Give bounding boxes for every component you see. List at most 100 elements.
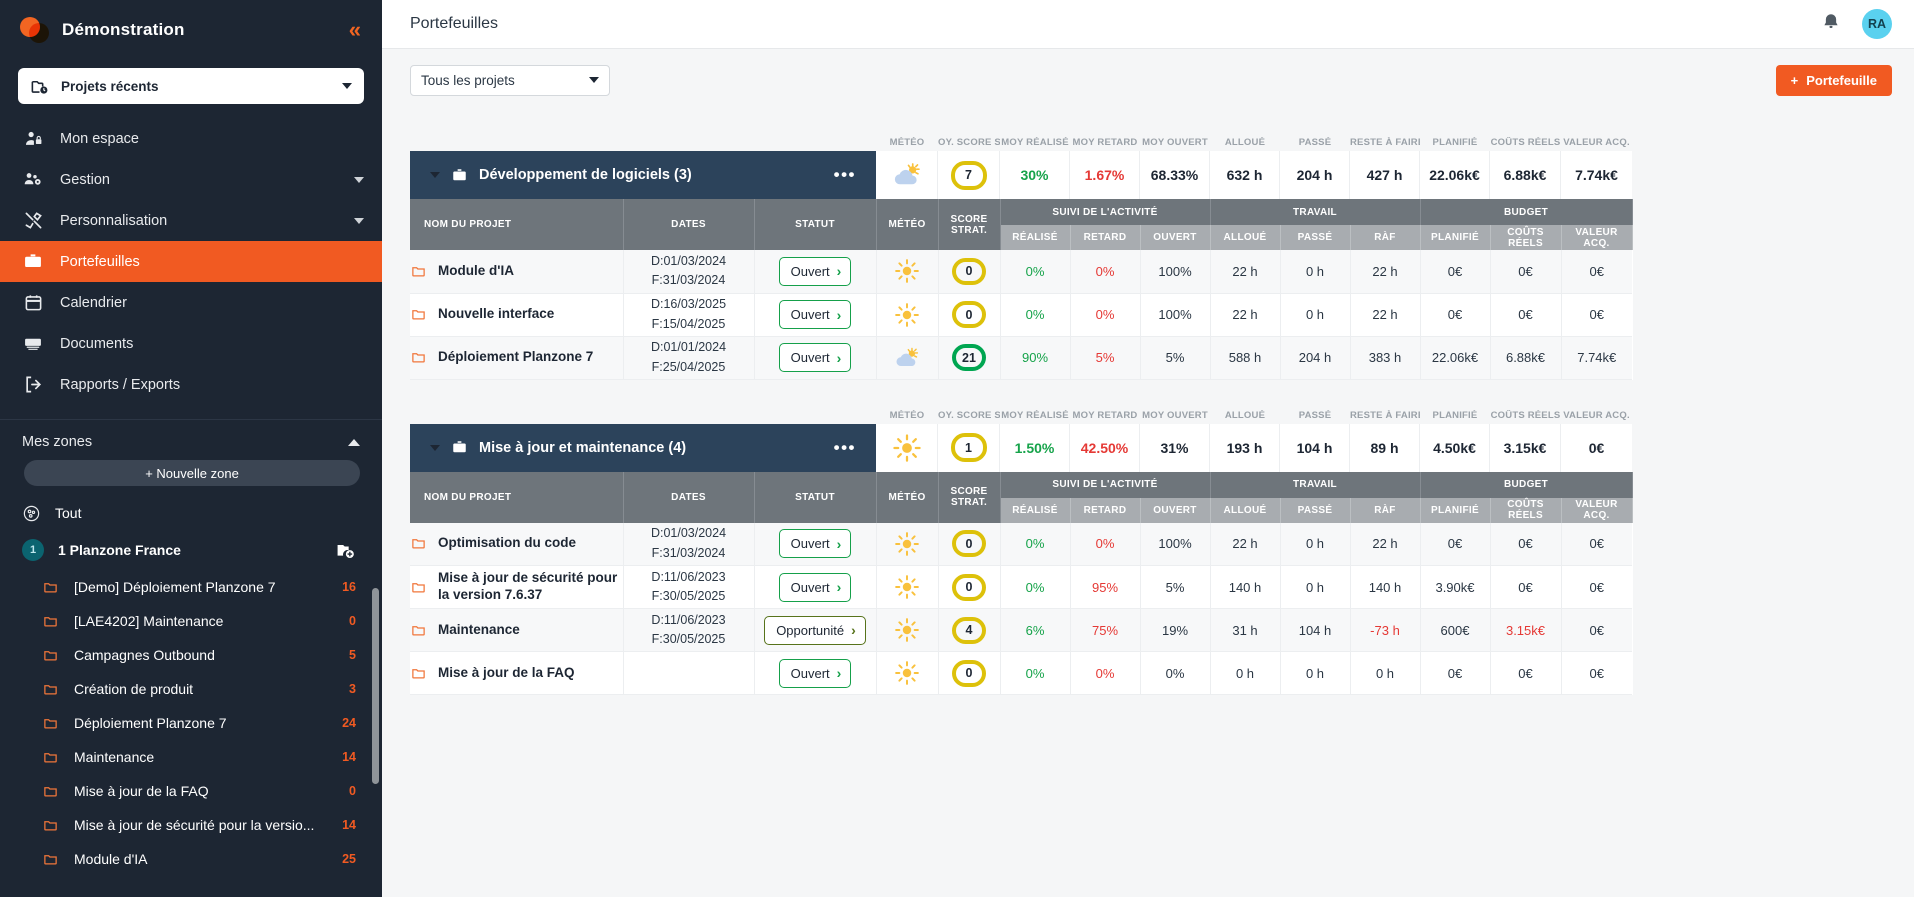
column-header-metric[interactable]: RÀF xyxy=(1350,225,1421,250)
zones-header[interactable]: Mes zones xyxy=(0,420,382,458)
collapse-group-icon[interactable] xyxy=(430,172,440,178)
project-name-cell[interactable]: Maintenance xyxy=(410,608,624,652)
column-header-name[interactable]: NOM DU PROJET xyxy=(410,199,624,250)
table-row[interactable]: Nouvelle interface D:16/03/2025 F:15/04/20… xyxy=(410,293,1633,337)
column-header-metric[interactable]: ALLOUÉ xyxy=(1210,497,1281,523)
portfolio-icon xyxy=(452,168,467,183)
ellipsis-icon[interactable]: ••• xyxy=(834,438,856,458)
column-header-metric[interactable]: COÛTS RÉELS xyxy=(1490,497,1562,523)
portfolio-header[interactable]: Mise à jour et maintenance (4) ••• xyxy=(410,423,876,472)
project-picker-label: Projets récents xyxy=(61,78,159,94)
table-row[interactable]: Optimisation du code D:01/03/2024 F:31/03/… xyxy=(410,522,1633,566)
folder-plus-icon[interactable] xyxy=(335,541,356,560)
collapse-group-icon[interactable] xyxy=(430,444,440,451)
column-header-weather[interactable]: MÉTÉO xyxy=(876,199,939,250)
column-header-metric[interactable]: OUVERT xyxy=(1140,497,1211,523)
column-header-status[interactable]: STATUT xyxy=(754,199,877,250)
column-header-metric[interactable]: COÛTS RÉELS xyxy=(1490,225,1562,250)
sidebar-item-rapports-exports[interactable]: Rapports / Exports xyxy=(0,364,382,405)
chevron-right-icon: › xyxy=(836,306,842,323)
sidebar-item-calendrier[interactable]: Calendrier xyxy=(0,282,382,323)
project-name-cell[interactable]: Mise à jour de la FAQ xyxy=(410,651,624,695)
column-header-metric[interactable]: PASSÉ xyxy=(1280,497,1351,523)
table-row[interactable]: Mise à jour de la FAQ Ouvert › 0 0% 0% 0% 0 h0 … xyxy=(410,651,1633,695)
column-header-metric[interactable]: PLANIFIÉ xyxy=(1420,225,1491,250)
column-header-metric[interactable]: VALEUR ACQ. xyxy=(1561,497,1633,523)
portfolio-icon xyxy=(22,252,44,271)
column-header-status[interactable]: STATUT xyxy=(754,471,877,523)
zone-item[interactable]: Module d'IA 25 xyxy=(0,842,382,876)
project-score-cell: 4 xyxy=(938,608,1001,652)
column-header-metric[interactable]: ALLOUÉ xyxy=(1210,225,1281,250)
table-row[interactable]: Maintenance D:11/06/2023 F:30/05/2025 Oppor… xyxy=(410,608,1633,652)
column-header-dates[interactable]: DATES xyxy=(623,471,755,523)
project-metric-cell: 5% xyxy=(1140,336,1211,380)
project-metric-cell: 22 h xyxy=(1210,293,1281,337)
table-row[interactable]: Déploiement Planzone 7 D:01/01/2024 F:25/0… xyxy=(410,336,1633,380)
status-badge[interactable]: Ouvert › xyxy=(778,572,852,602)
ellipsis-icon[interactable]: ••• xyxy=(834,165,856,185)
zone-item[interactable]: Mise à jour de la FAQ 0 xyxy=(0,774,382,808)
chevron-down-icon[interactable] xyxy=(354,217,364,224)
sidebar-item-portefeuilles[interactable]: Portefeuilles xyxy=(0,241,382,282)
column-header-dates[interactable]: DATES xyxy=(623,199,755,250)
portfolio-group: MÉTÉO OY. SCORE STRAMOY RÉALISÉMOY RETARD… xyxy=(410,127,1914,380)
summary-column-header: MOY RÉALISÉ xyxy=(1001,409,1069,421)
zone-group-planzone-france[interactable]: 1 1 Planzone France xyxy=(0,530,382,570)
zones-title: Mes zones xyxy=(22,434,93,450)
column-header-metric[interactable]: RÉALISÉ xyxy=(1000,497,1071,523)
column-header-metric[interactable]: PASSÉ xyxy=(1280,225,1351,250)
project-filter-select[interactable]: Tous les projets xyxy=(410,64,610,96)
status-badge[interactable]: Ouvert › xyxy=(778,343,852,372)
column-header-metric[interactable]: PLANIFIÉ xyxy=(1420,497,1491,523)
column-header-metric[interactable]: RETARD xyxy=(1070,225,1141,250)
zone-item[interactable]: Mise à jour de sécurité pour la versio..… xyxy=(0,808,382,842)
chevron-up-icon[interactable] xyxy=(348,438,360,446)
zone-item[interactable]: Création de produit 3 xyxy=(0,672,382,706)
column-header-metric[interactable]: VALEUR ACQ. xyxy=(1561,225,1633,250)
sidebar-scrollbar[interactable] xyxy=(372,588,379,784)
zone-item[interactable]: Maintenance 14 xyxy=(0,740,382,774)
sidebar-item-documents[interactable]: Documents xyxy=(0,323,382,364)
column-header-metric[interactable]: RETARD xyxy=(1070,497,1141,523)
project-name-cell[interactable]: Mise à jour de sécurité pour la version … xyxy=(410,565,624,609)
table-row[interactable]: Mise à jour de sécurité pour la version … xyxy=(410,565,1633,609)
column-header-metric[interactable]: RÀF xyxy=(1350,497,1421,523)
zone-item[interactable]: [LAE4202] Maintenance 0 xyxy=(0,604,382,638)
column-header-weather[interactable]: MÉTÉO xyxy=(876,471,939,523)
status-badge[interactable]: Ouvert › xyxy=(778,658,852,688)
portfolio-header[interactable]: Développement de logiciels (3) ••• xyxy=(410,151,876,199)
portfolio-score: 1 xyxy=(938,423,1000,472)
project-dates-cell: D:01/01/2024 F:25/04/2025 xyxy=(623,336,755,380)
project-name-cell[interactable]: Déploiement Planzone 7 xyxy=(410,336,624,380)
bell-icon[interactable] xyxy=(1820,12,1844,36)
sidebar-item-mon-espace[interactable]: Mon espace xyxy=(0,118,382,159)
zone-item[interactable]: Déploiement Planzone 7 24 xyxy=(0,706,382,740)
project-name-cell[interactable]: Optimisation du code xyxy=(410,522,624,566)
new-portfolio-button[interactable]: + Portefeuille xyxy=(1775,64,1892,96)
project-name-cell[interactable]: Module d'IA xyxy=(410,250,624,294)
status-badge[interactable]: Ouvert › xyxy=(778,529,852,559)
sidebar-item-personnalisation[interactable]: Personnalisation xyxy=(0,200,382,241)
avatar[interactable]: RA xyxy=(1862,9,1892,39)
zone-item[interactable]: [Demo] Déploiement Planzone 7 16 xyxy=(0,570,382,604)
summary-column-header: MÉTÉO xyxy=(889,137,925,148)
column-header-score[interactable]: SCORE STRAT. xyxy=(938,471,1001,523)
column-header-metric[interactable]: OUVERT xyxy=(1140,225,1211,250)
column-header-score[interactable]: SCORE STRAT. xyxy=(938,199,1001,250)
collapse-sidebar-icon[interactable]: « xyxy=(349,19,364,41)
status-badge[interactable]: Ouvert › xyxy=(778,256,852,286)
column-header-name[interactable]: NOM DU PROJET xyxy=(410,471,624,523)
status-badge[interactable]: Ouvert › xyxy=(778,300,852,329)
status-badge[interactable]: Opportunité › xyxy=(764,615,866,645)
chevron-down-icon[interactable] xyxy=(354,176,364,183)
zone-item-tout[interactable]: Tout xyxy=(0,496,382,530)
calendar-icon xyxy=(22,293,44,312)
sidebar-item-gestion[interactable]: Gestion xyxy=(0,159,382,200)
project-name-cell[interactable]: Nouvelle interface xyxy=(410,293,624,337)
table-row[interactable]: Module d'IA D:01/03/2024 F:31/03/2024 Ouver… xyxy=(410,250,1633,294)
zone-item[interactable]: Campagnes Outbound 5 xyxy=(0,638,382,672)
project-picker[interactable]: Projets récents xyxy=(18,68,364,104)
column-header-metric[interactable]: RÉALISÉ xyxy=(1000,225,1071,250)
new-zone-button[interactable]: + Nouvelle zone xyxy=(24,460,360,486)
